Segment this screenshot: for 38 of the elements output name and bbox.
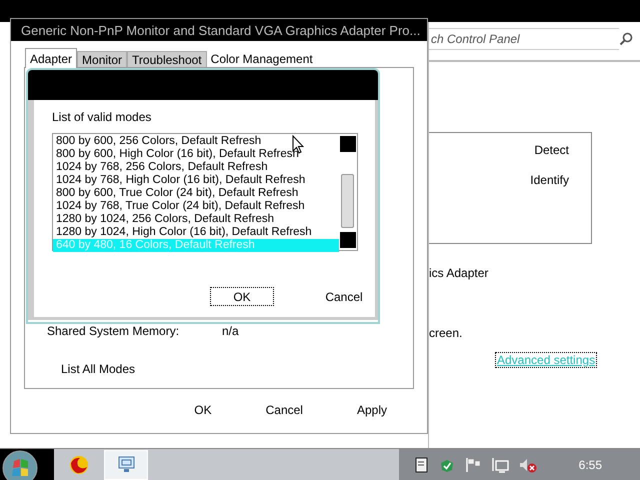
mode-item[interactable]: 1024 by 768, High Color (16 bit), Default Refresh (53, 174, 339, 187)
mode-item[interactable]: 800 by 600, High Color (16 bit), Default Refresh (53, 148, 339, 161)
taskbar-button[interactable] (104, 450, 148, 480)
modes-list[interactable] (52, 133, 358, 251)
muted-speaker-icon[interactable] (518, 457, 537, 473)
mode-item[interactable]: 1280 by 1024, 256 Colors, Default Refresh (53, 213, 339, 226)
mode-item[interactable]: 800 by 600, True Color (24 bit), Default Refresh (53, 187, 339, 200)
tab[interactable]: Monitor (77, 51, 128, 67)
dialog-button[interactable]: Cancel (313, 288, 375, 305)
memory-label: Shared System Memory: (47, 324, 180, 338)
display-button[interactable]: Detect (534, 143, 569, 157)
search-field[interactable]: ch Control Panel (429, 28, 619, 50)
mode-item[interactable]: 800 by 600, 256 Colors, Default Refresh (53, 135, 339, 148)
start-button[interactable] (0, 449, 54, 480)
list-all-modes-button[interactable]: List All Modes (61, 362, 136, 376)
mode-item[interactable]: 1024 by 768, True Color (24 bit), Default Refresh (53, 200, 339, 213)
dialog-button[interactable]: Cancel (266, 403, 303, 417)
search-icon[interactable] (619, 32, 633, 46)
display-button[interactable]: Identify (530, 173, 569, 187)
list-label: List of valid modes (52, 110, 152, 124)
window-title: Generic Non-PnP Monitor and Standard VGA Graphics Adapter Pro... (21, 22, 420, 38)
document-icon[interactable] (414, 457, 429, 473)
check-shield-icon[interactable] (438, 457, 455, 473)
tab[interactable]: Adapter (25, 48, 78, 68)
dialog-button[interactable]: OK (194, 403, 212, 417)
mode-item[interactable]: 1280 by 1024, High Color (16 bit), Default Refresh (53, 226, 339, 239)
tab[interactable]: Color Management (206, 51, 317, 67)
screen-text: creen. (429, 326, 462, 340)
scroll-bar[interactable] (339, 134, 357, 250)
memory-value: n/a (222, 324, 239, 338)
dialog-button[interactable]: OK (211, 288, 273, 305)
clock: 6:55 (578, 458, 602, 472)
flag-icon[interactable] (464, 457, 481, 473)
tab[interactable]: Troubleshoot (127, 51, 207, 67)
network-icon[interactable] (490, 457, 509, 473)
mode-item[interactable]: 1024 by 768, 256 Colors, Default Refresh (53, 161, 339, 174)
adapter-text: ics Adapter (429, 266, 488, 280)
dialog-button[interactable]: Apply (356, 403, 387, 417)
